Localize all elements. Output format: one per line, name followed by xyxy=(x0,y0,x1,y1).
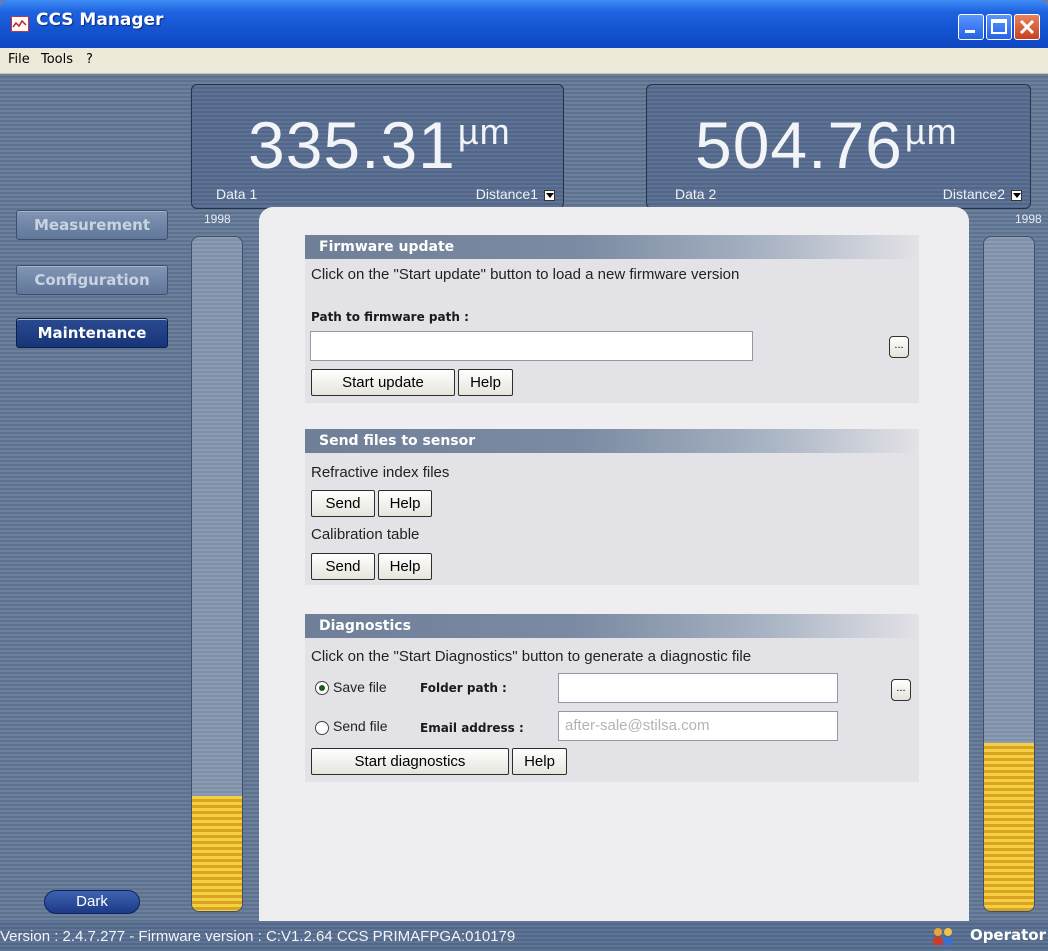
status-bar: Version : 2.4.7.277 - Firmware version :… xyxy=(0,921,1048,951)
start-diagnostics-button[interactable]: Start diagnostics xyxy=(311,748,509,775)
start-update-button[interactable]: Start update xyxy=(311,369,455,396)
folder-path-label: Folder path : xyxy=(420,681,507,695)
display-value: 335.31µm xyxy=(248,108,511,182)
send-calibration-button[interactable]: Send xyxy=(311,553,375,580)
email-address-input[interactable]: after-sale@stilsa.com xyxy=(558,711,838,741)
firmware-path-input[interactable] xyxy=(310,331,753,361)
save-file-label: Save file xyxy=(333,679,387,695)
email-address-label: Email address : xyxy=(420,721,524,735)
send-file-radio[interactable] xyxy=(315,721,329,735)
diagnostics-help-button[interactable]: Help xyxy=(512,748,567,775)
section-header: Diagnostics xyxy=(305,614,919,638)
nav-maintenance-button[interactable]: Maintenance xyxy=(16,318,168,348)
firmware-help-button[interactable]: Help xyxy=(458,369,513,396)
right-level-bar xyxy=(983,236,1035,912)
refractive-label: Refractive index files xyxy=(311,464,450,481)
minimize-button[interactable] xyxy=(958,14,984,40)
dark-theme-button[interactable]: Dark xyxy=(44,890,140,914)
right-bar-label: 1998 xyxy=(1015,212,1042,226)
left-level-bar xyxy=(191,236,243,912)
menu-tools[interactable]: Tools xyxy=(41,52,73,67)
display-label: Data 1 xyxy=(216,186,258,202)
left-level-fill xyxy=(192,796,242,911)
section-header: Firmware update xyxy=(305,235,919,259)
version-text: Version : 2.4.7.277 - Firmware version :… xyxy=(0,928,516,945)
refractive-help-button[interactable]: Help xyxy=(378,490,432,517)
firmware-path-label: Path to firmware path : xyxy=(311,310,469,324)
operator-label[interactable]: Operator xyxy=(970,926,1046,944)
folder-path-input[interactable] xyxy=(558,673,838,703)
dropdown-arrow-icon[interactable] xyxy=(544,189,555,201)
app-chart-icon xyxy=(11,16,29,32)
menu-bar: File Tools ? xyxy=(0,48,1048,74)
left-bar-label: 1998 xyxy=(204,212,231,226)
display-label: Data 2 xyxy=(675,186,717,202)
operator-users-icon xyxy=(933,928,953,945)
data-display-1: 335.31µm Data 1 Distance1 xyxy=(191,84,564,209)
calibration-label: Calibration table xyxy=(311,526,420,543)
right-level-fill xyxy=(984,742,1034,911)
firmware-description: Click on the "Start update" button to lo… xyxy=(311,266,740,283)
diagnostics-description: Click on the "Start Diagnostics" button … xyxy=(311,648,752,665)
folder-browse-button[interactable]: ... xyxy=(891,679,911,701)
nav-configuration-button[interactable]: Configuration xyxy=(16,265,168,295)
calibration-help-button[interactable]: Help xyxy=(378,553,432,580)
data-display-2: 504.76µm Data 2 Distance2 xyxy=(646,84,1031,209)
title-bar: CCS Manager xyxy=(0,0,1048,48)
menu-file[interactable]: File xyxy=(8,52,30,67)
maximize-button[interactable] xyxy=(986,14,1012,40)
window-title: CCS Manager xyxy=(36,10,164,30)
send-refractive-button[interactable]: Send xyxy=(311,490,375,517)
channel-selector[interactable]: Distance1 xyxy=(476,186,555,202)
firmware-browse-button[interactable]: ... xyxy=(889,336,909,358)
display-value: 504.76µm xyxy=(695,108,958,182)
send-file-label: Send file xyxy=(333,718,388,734)
section-header: Send files to sensor xyxy=(305,429,919,453)
dropdown-arrow-icon[interactable] xyxy=(1011,189,1022,201)
save-file-radio[interactable] xyxy=(315,681,329,695)
close-button[interactable] xyxy=(1014,14,1040,40)
channel-selector[interactable]: Distance2 xyxy=(943,186,1022,202)
menu-help[interactable]: ? xyxy=(86,52,93,67)
nav-measurement-button[interactable]: Measurement xyxy=(16,210,168,240)
